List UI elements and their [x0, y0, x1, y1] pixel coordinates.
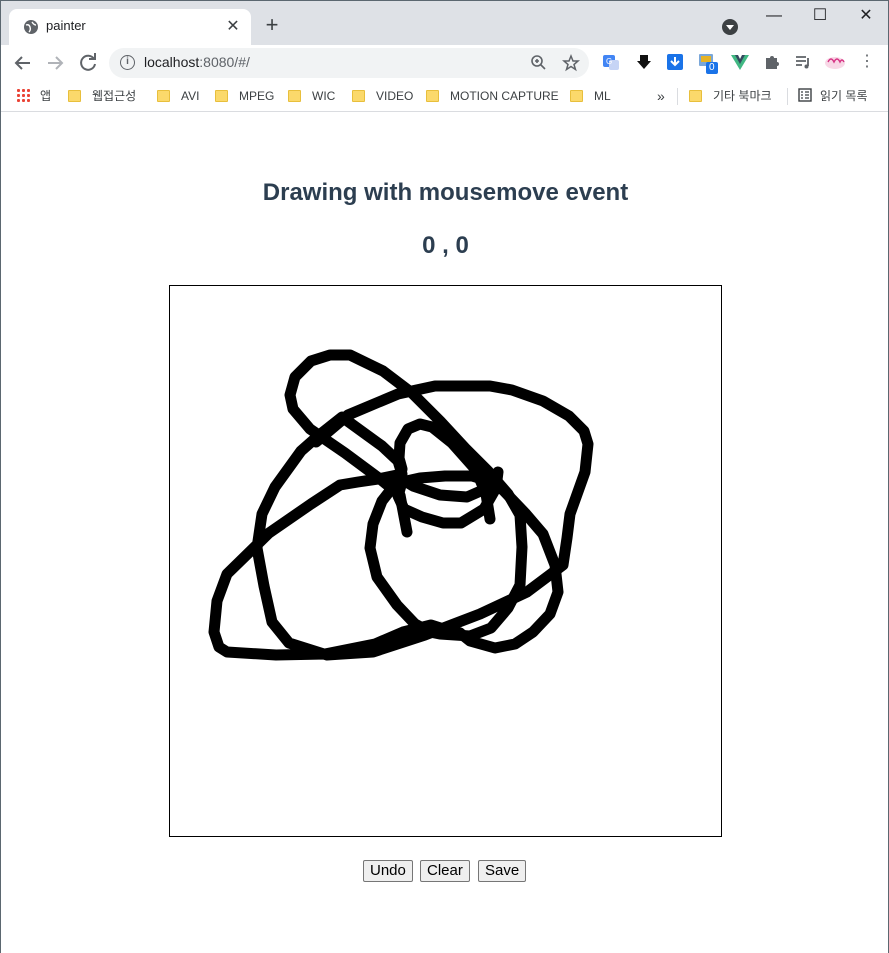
- bookmark-folder-mpeg[interactable]: MPEG: [215, 86, 274, 106]
- save-button[interactable]: Save: [478, 860, 527, 882]
- download-extension-icon[interactable]: [665, 52, 685, 72]
- folder-icon: [352, 90, 365, 102]
- folder-icon: [288, 90, 301, 102]
- minimize-button[interactable]: —: [751, 5, 797, 29]
- tab-strip: painter ✕ + — ☐ ✕: [1, 1, 888, 45]
- badge-extension-icon[interactable]: 0: [698, 52, 718, 74]
- media-playlist-icon[interactable]: [793, 52, 813, 72]
- folder-icon: [215, 90, 228, 102]
- folder-icon: [426, 90, 439, 102]
- chrome-menu-icon[interactable]: ⋮: [857, 52, 877, 72]
- page-content: Drawing with mousemove event 0 , 0 Undo …: [1, 113, 888, 953]
- reading-list-label: 읽기 목록: [820, 89, 868, 103]
- mouse-coordinates: 0 , 0: [422, 232, 469, 259]
- tab-search-icon[interactable]: [722, 19, 738, 35]
- bookmark-folder-avi[interactable]: AVI: [157, 86, 199, 106]
- bookmark-folder-ml[interactable]: ML: [570, 86, 611, 106]
- folder-icon: [157, 90, 170, 102]
- reading-list-icon: [798, 88, 812, 102]
- address-bar[interactable]: i localhost:8080/#/: [109, 48, 589, 78]
- bookmark-folder-video[interactable]: VIDEO: [352, 86, 413, 106]
- back-arrow-icon[interactable]: [10, 50, 36, 76]
- url-path: :8080/#/: [199, 54, 250, 70]
- folder-icon: [570, 90, 583, 102]
- bookmark-apps-label: 앱: [40, 89, 52, 103]
- browser-window: painter ✕ + — ☐ ✕ i localhost:8080/#/ G …: [0, 0, 889, 953]
- vue-devtools-icon[interactable]: [730, 52, 750, 72]
- bookmark-label: ML: [594, 89, 611, 103]
- tab-painter[interactable]: painter ✕: [9, 9, 251, 45]
- star-icon[interactable]: [561, 53, 581, 73]
- bookmarks-overflow-chevron-icon[interactable]: »: [657, 86, 665, 106]
- bookmark-folder-accessibility[interactable]: 웹접근성: [68, 86, 136, 106]
- forward-arrow-icon[interactable]: [42, 50, 68, 76]
- close-window-button[interactable]: ✕: [843, 5, 889, 29]
- bookmark-other-label: 기타 북마크: [713, 89, 772, 103]
- zoom-icon[interactable]: [529, 53, 549, 73]
- bookmark-apps[interactable]: 앱: [16, 86, 51, 106]
- page-title: Drawing with mousemove event: [262, 179, 629, 206]
- maximize-button[interactable]: ☐: [797, 5, 843, 29]
- bookmark-label: AVI: [181, 89, 200, 103]
- drawing-canvas[interactable]: [169, 285, 722, 837]
- url-text: localhost:8080/#/: [144, 54, 250, 70]
- undo-button[interactable]: Undo: [363, 860, 413, 882]
- profile-avatar-icon[interactable]: [823, 52, 847, 72]
- bookmark-folder-motion-capture[interactable]: MOTION CAPTURE: [426, 86, 559, 106]
- bookmark-folder-wic[interactable]: WIC: [288, 86, 335, 106]
- bookmark-label: WIC: [312, 89, 336, 103]
- url-host: localhost: [144, 54, 200, 70]
- clear-button[interactable]: Clear: [420, 860, 470, 882]
- bookmark-label: MPEG: [239, 89, 275, 103]
- folder-icon: [689, 90, 702, 102]
- reading-list[interactable]: 읽기 목록: [798, 86, 868, 106]
- bookmarks-bar: 앱 웹접근성 AVI MPEG WIC VIDEO MOTION CAPTURE…: [1, 81, 888, 112]
- info-icon[interactable]: i: [120, 55, 135, 70]
- bookmark-label: MOTION CAPTURE: [450, 89, 559, 103]
- folder-icon: [68, 90, 81, 102]
- extension-badge-count: 0: [706, 62, 718, 74]
- globe-icon: [24, 20, 38, 34]
- close-tab-icon[interactable]: ✕: [223, 17, 243, 37]
- translate-extension-icon[interactable]: G: [601, 52, 621, 72]
- puzzle-extensions-icon[interactable]: [762, 52, 782, 72]
- tab-title: painter: [46, 18, 86, 33]
- svg-text:G: G: [606, 57, 612, 66]
- bookmark-folder-other[interactable]: 기타 북마크: [689, 86, 772, 106]
- drawing-strokes: [208, 349, 594, 661]
- bookmark-separator: [677, 88, 678, 105]
- downloader-extension-icon[interactable]: [634, 52, 654, 72]
- new-tab-button[interactable]: +: [261, 14, 283, 37]
- bookmark-label: 웹접근성: [92, 89, 137, 103]
- toolbar: i localhost:8080/#/ G 0 ⋮: [1, 45, 888, 81]
- bookmark-label: VIDEO: [376, 89, 414, 103]
- reload-icon[interactable]: [75, 50, 101, 76]
- apps-grid-icon: [16, 88, 30, 102]
- bookmark-separator: [787, 88, 788, 105]
